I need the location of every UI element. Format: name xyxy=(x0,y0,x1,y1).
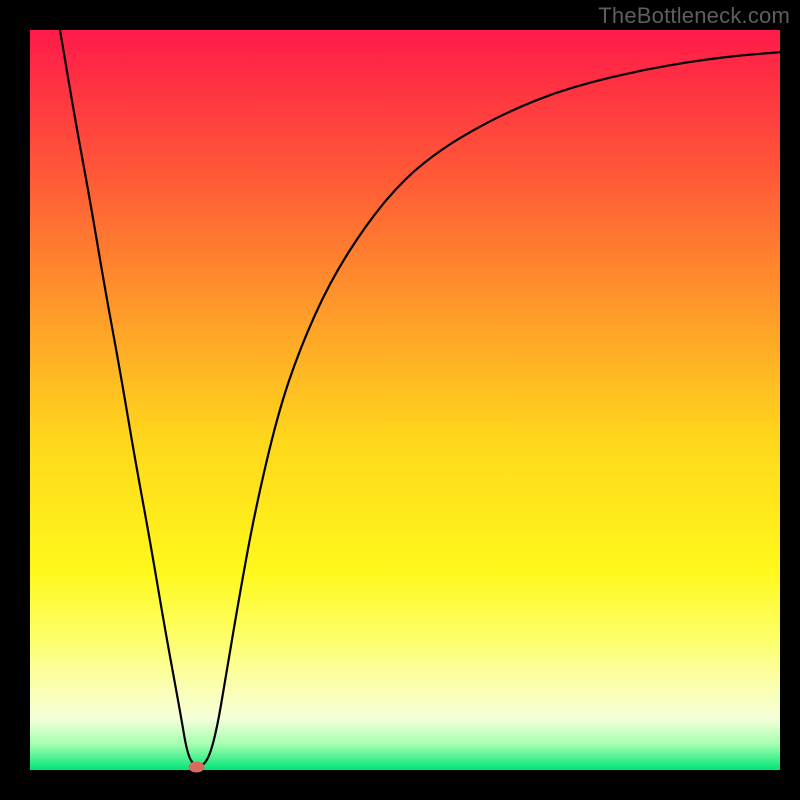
minimum-marker-icon xyxy=(189,762,205,773)
plot-background xyxy=(30,30,780,770)
watermark-text: TheBottleneck.com xyxy=(598,3,790,29)
chart-frame: TheBottleneck.com xyxy=(0,0,800,800)
chart-svg xyxy=(0,0,800,800)
